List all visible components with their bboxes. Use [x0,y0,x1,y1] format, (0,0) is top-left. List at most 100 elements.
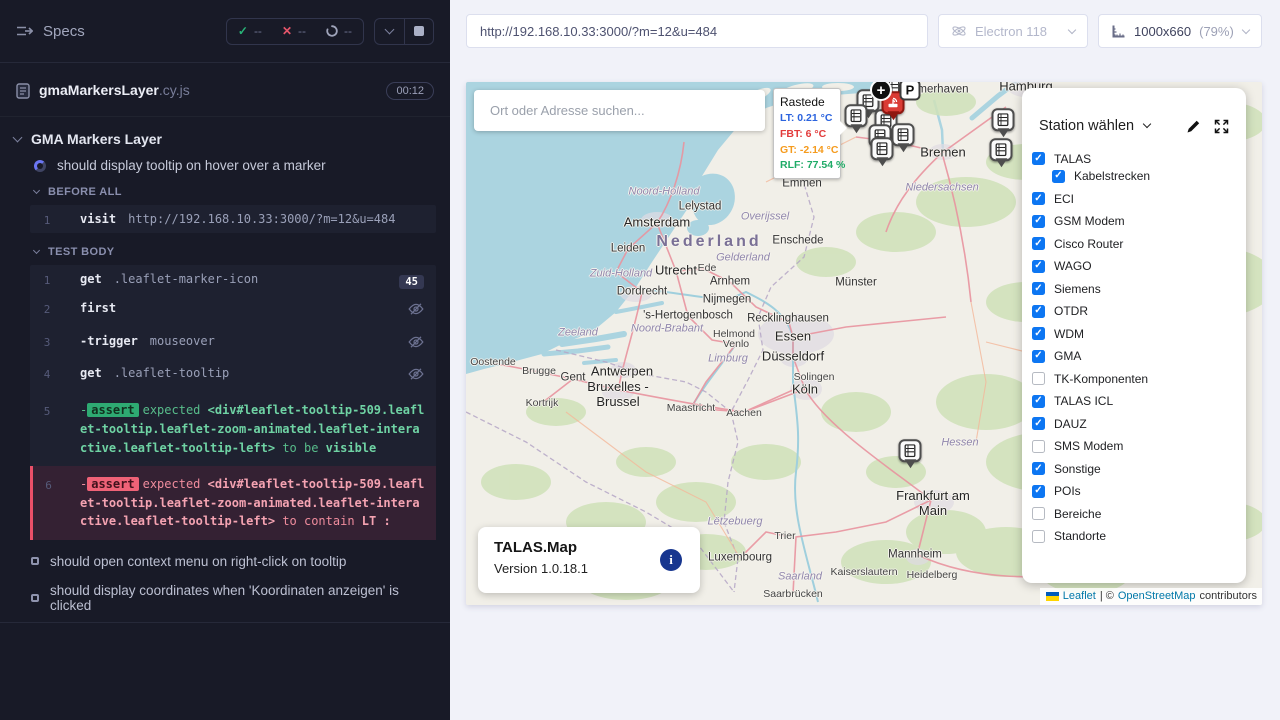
map-label-state: Niedersachsen [905,182,978,195]
layer-checkbox-item[interactable]: Standorte [1032,529,1246,544]
map-label-town: Aachen [726,407,762,419]
map-label-city: Dordrecht [617,285,668,298]
map-label-city-lg: Frankfurt am Main [896,489,970,519]
layer-checkbox-item[interactable]: ✓GSM Modem [1032,214,1246,229]
reporter-divider [0,622,450,623]
checkbox-checked[interactable]: ✓ [1032,350,1045,363]
checkbox-checked[interactable]: ✓ [1032,462,1045,475]
leaflet-link[interactable]: Leaflet [1063,590,1096,602]
layer-checkbox-item[interactable]: ✓WDM [1032,326,1246,341]
checkbox-checked[interactable]: ✓ [1032,237,1045,250]
layer-checkbox-item[interactable]: ✓OTDR [1032,304,1246,319]
checkbox-unchecked[interactable] [1032,372,1045,385]
station-marker[interactable] [845,104,868,127]
suite-gma-markers-layer[interactable]: GMA Markers Layer [14,131,434,147]
checkbox-unchecked[interactable] [1032,507,1045,520]
layer-checkbox-item[interactable]: ✓Sonstige [1032,461,1246,476]
expand-icon[interactable] [1214,119,1229,134]
edit-pencil-icon[interactable] [1186,119,1201,134]
command-row[interactable]: 3-triggermouseover [30,327,436,360]
map-label-city: Münster [835,276,877,289]
map-label-city-lg: Bruxelles - Brussel [587,380,648,410]
command-row[interactable]: 4get.leaflet-tooltip [30,360,436,393]
checkbox-checked[interactable]: ✓ [1032,282,1045,295]
search-placeholder: Ort oder Adresse suchen... [490,103,645,118]
checkbox-checked[interactable]: ✓ [1032,260,1045,273]
layer-checkbox-item[interactable]: ✓Kabelstrecken [1052,169,1246,184]
parking-marker[interactable]: P [900,82,921,101]
browser-select[interactable]: Electron 118 [938,14,1088,48]
layer-checkbox-item[interactable]: TK-Komponenten [1032,371,1246,386]
command-row[interactable]: 1get.leaflet-marker-icon45 [30,265,436,295]
viewport-select[interactable]: 1000x660 (79%) [1098,14,1262,48]
station-panel: Station wählen ✓TALAS✓Kabelstrecken✓ [1022,88,1246,583]
layer-checkbox-item[interactable]: ✓TALAS [1032,151,1246,166]
map-label-town: Kortrijk [526,397,559,409]
map-label-town: Maastricht [667,402,715,414]
checkbox-checked[interactable]: ✓ [1032,215,1045,228]
map-label-city-lg: Bremen [920,146,966,161]
layer-checkbox-item[interactable]: ✓ECI [1032,191,1246,206]
station-select[interactable]: Station wählen [1039,118,1150,134]
command-row[interactable]: 2first [30,295,436,328]
map-label-state: Saarland [778,571,822,584]
specs-menu-icon[interactable] [16,24,33,38]
assert-part: LT : [362,514,391,528]
pending-test-title: should open context menu on right-click … [50,554,346,569]
layer-checkbox-item[interactable]: ✓DAUZ [1032,416,1246,431]
hidden-element-eye-slash-icon [408,301,424,317]
layer-checkbox-item[interactable]: ✓GMA [1032,349,1246,364]
checkbox-checked[interactable]: ✓ [1032,417,1045,430]
leaflet-map[interactable]: Noord-HollandLelystadAmsterdamEmmenOveri… [466,82,1262,605]
pending-tests: should open context menu on right-click … [0,554,450,613]
active-test[interactable]: should display tooltip on hover over a m… [34,158,434,173]
collapse-all-button[interactable] [375,19,404,44]
map-label-state: Noord-Brabant [631,323,703,336]
map-search-input[interactable]: Ort oder Adresse suchen... [474,90,765,131]
hook-before-all[interactable]: BEFORE ALL [34,186,434,198]
stop-run-button[interactable] [404,19,433,44]
checkbox-unchecked[interactable] [1032,530,1045,543]
layer-checkbox-item[interactable]: SMS Modem [1032,439,1246,454]
osm-link[interactable]: OpenStreetMap [1118,590,1196,602]
spec-row[interactable]: gmaMarkersLayer.cy.js 00:12 [16,76,434,106]
aut-url-bar[interactable]: http://192.168.10.33:3000/?m=12&u=484 [466,14,928,48]
command-indicator [408,299,424,323]
station-marker[interactable] [899,439,922,462]
checkbox-checked[interactable]: ✓ [1032,395,1045,408]
command-number: 3 [30,332,64,356]
layer-checkbox-item[interactable]: ✓Siemens [1032,281,1246,296]
checkbox-unchecked[interactable] [1032,440,1045,453]
layer-checkbox-item[interactable]: ✓Cisco Router [1032,236,1246,251]
layer-checkbox-item[interactable]: ✓WAGO [1032,259,1246,274]
layer-checkbox-item[interactable]: ✓TALAS ICL [1032,394,1246,409]
command-row[interactable]: 1visithttp://192.168.10.33:3000/?m=12&u=… [30,205,436,233]
station-marker[interactable] [892,123,915,146]
checkbox-checked[interactable]: ✓ [1052,170,1065,183]
checkbox-checked[interactable]: ✓ [1032,192,1045,205]
command-row[interactable]: 5-assertexpected <div#leaflet-tooltip-50… [30,392,436,466]
checkbox-checked[interactable]: ✓ [1032,485,1045,498]
checkbox-checked[interactable]: ✓ [1032,305,1045,318]
browser-name: Electron 118 [975,24,1047,39]
passed-icon: ✓ [238,24,248,38]
info-button[interactable]: i [660,549,682,571]
station-marker[interactable] [990,138,1013,161]
pending-test[interactable]: should open context menu on right-click … [31,554,434,569]
ukraine-flag-icon [1046,592,1059,601]
command-row[interactable]: 6-assertexpected <div#leaflet-tooltip-50… [30,466,436,540]
stop-icon [414,26,424,36]
checkbox-checked[interactable]: ✓ [1032,327,1045,340]
map-label-town: Venlo [723,338,749,350]
layer-label: Standorte [1054,529,1106,543]
layer-checkbox-item[interactable]: ✓POIs [1032,484,1246,499]
station-marker[interactable] [871,137,894,160]
layer-checkbox-item[interactable]: Bereiche [1032,506,1246,521]
station-rack-icon [998,113,1009,126]
command-text: visithttp://192.168.10.33:3000/?m=12&u=4… [80,210,426,229]
pending-test[interactable]: should display coordinates when 'Koordin… [31,583,434,613]
checkbox-checked[interactable]: ✓ [1032,152,1045,165]
hook-test-body[interactable]: TEST BODY [34,246,434,258]
station-marker[interactable] [992,108,1015,131]
marker-tooltip[interactable]: Rastede LT: 0.21 °CFBT: 6 °CGT: -2.14 °C… [773,88,841,179]
